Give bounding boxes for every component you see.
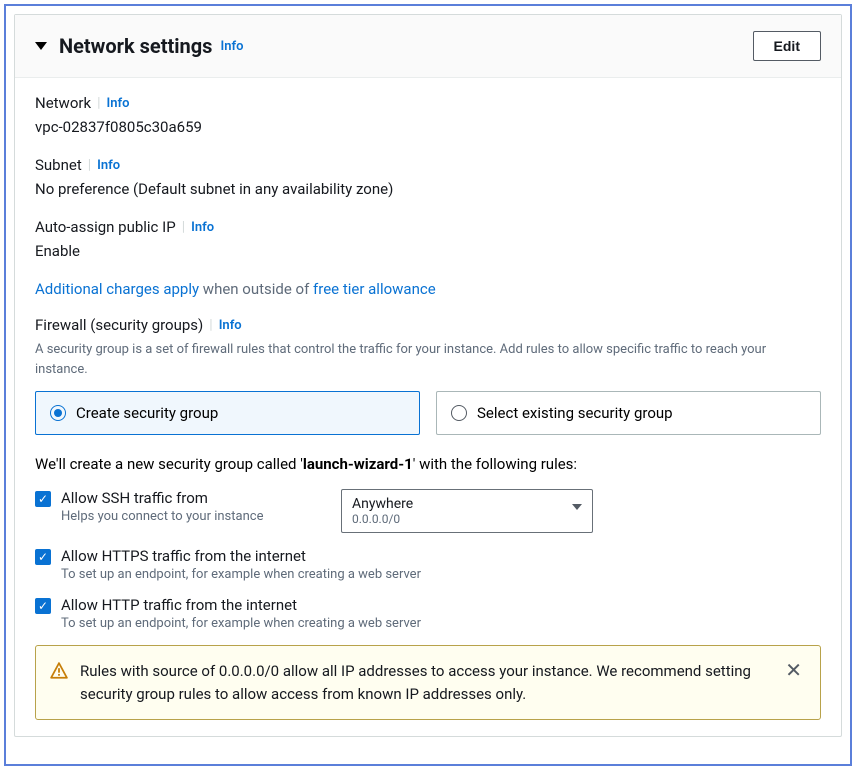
subnet-info-link[interactable]: Info <box>97 158 120 173</box>
allow-https-checkbox[interactable]: ✓ <box>35 549 51 565</box>
allow-http-checkbox[interactable]: ✓ <box>35 598 51 614</box>
subnet-field: Subnet | Info No preference (Default sub… <box>35 156 821 198</box>
auto-ip-label: Auto-assign public IP <box>35 218 176 236</box>
allow-http-row: ✓ Allow HTTP traffic from the internet T… <box>35 596 821 631</box>
collapse-caret-icon[interactable] <box>35 42 47 50</box>
allow-ssh-checkbox[interactable]: ✓ <box>35 491 51 507</box>
charges-mid-text: when outside of <box>199 280 313 298</box>
divider: | <box>97 95 100 111</box>
allow-ssh-row: ✓ Allow SSH traffic from Helps you conne… <box>35 489 821 533</box>
allow-ssh-sub: Helps you connect to your instance <box>61 509 331 524</box>
network-info-link[interactable]: Info <box>107 96 130 111</box>
allow-http-sub: To set up an endpoint, for example when … <box>61 616 821 631</box>
close-icon[interactable]: ✕ <box>781 660 806 680</box>
panel-header: Network settings Info Edit <box>15 15 841 78</box>
check-icon: ✓ <box>38 551 48 563</box>
radio-selected-icon <box>50 405 66 421</box>
additional-charges-link[interactable]: Additional charges apply <box>35 280 199 298</box>
chevron-down-icon <box>572 504 582 510</box>
existing-sg-label: Select existing security group <box>477 404 673 422</box>
network-value: vpc-02837f0805c30a659 <box>35 118 821 136</box>
firewall-info-link[interactable]: Info <box>219 318 242 333</box>
header-info-link[interactable]: Info <box>220 39 243 54</box>
radio-unselected-icon <box>451 405 467 421</box>
warning-text: Rules with source of 0.0.0.0/0 allow all… <box>80 660 769 705</box>
auto-assign-ip-field: Auto-assign public IP | Info Enable <box>35 218 821 260</box>
check-icon: ✓ <box>38 493 48 505</box>
divider: | <box>209 317 212 333</box>
sg-name: launch-wizard-1 <box>303 455 413 473</box>
network-label: Network <box>35 94 91 112</box>
auto-ip-value: Enable <box>35 242 821 260</box>
select-existing-sg-radio[interactable]: Select existing security group <box>436 391 821 435</box>
allow-https-label: Allow HTTPS traffic from the internet <box>61 547 821 565</box>
auto-ip-info-link[interactable]: Info <box>191 220 214 235</box>
allow-https-row: ✓ Allow HTTPS traffic from the internet … <box>35 547 821 582</box>
firewall-section: Firewall (security groups) | Info A secu… <box>35 316 821 435</box>
charges-notice: Additional charges apply when outside of… <box>35 280 821 298</box>
check-icon: ✓ <box>38 600 48 612</box>
warning-icon <box>50 662 68 684</box>
allow-ssh-label: Allow SSH traffic from <box>61 489 331 507</box>
create-security-group-radio[interactable]: Create security group <box>35 391 420 435</box>
panel-body: Network | Info vpc-02837f0805c30a659 Sub… <box>15 78 841 736</box>
subnet-value: No preference (Default subnet in any ava… <box>35 180 821 198</box>
panel-title: Network settings <box>59 34 212 58</box>
create-sg-label: Create security group <box>76 404 218 422</box>
subnet-label: Subnet <box>35 156 82 174</box>
security-group-radio-group: Create security group Select existing se… <box>35 391 821 435</box>
divider: | <box>182 219 185 235</box>
ssh-source-label: Anywhere <box>352 496 582 512</box>
divider: | <box>88 157 91 173</box>
ssh-source-select[interactable]: Anywhere 0.0.0.0/0 <box>341 489 593 533</box>
edit-button[interactable]: Edit <box>753 31 821 61</box>
warning-alert: Rules with source of 0.0.0.0/0 allow all… <box>35 645 821 720</box>
firewall-label: Firewall (security groups) <box>35 316 203 334</box>
network-settings-panel: Network settings Info Edit Network | Inf… <box>14 14 842 737</box>
network-field: Network | Info vpc-02837f0805c30a659 <box>35 94 821 136</box>
allow-http-label: Allow HTTP traffic from the internet <box>61 596 821 614</box>
ssh-source-sub: 0.0.0.0/0 <box>352 512 582 526</box>
security-group-note: We'll create a new security group called… <box>35 455 821 473</box>
firewall-description: A security group is a set of firewall ru… <box>35 340 821 379</box>
free-tier-link[interactable]: free tier allowance <box>313 280 436 298</box>
allow-https-sub: To set up an endpoint, for example when … <box>61 567 821 582</box>
